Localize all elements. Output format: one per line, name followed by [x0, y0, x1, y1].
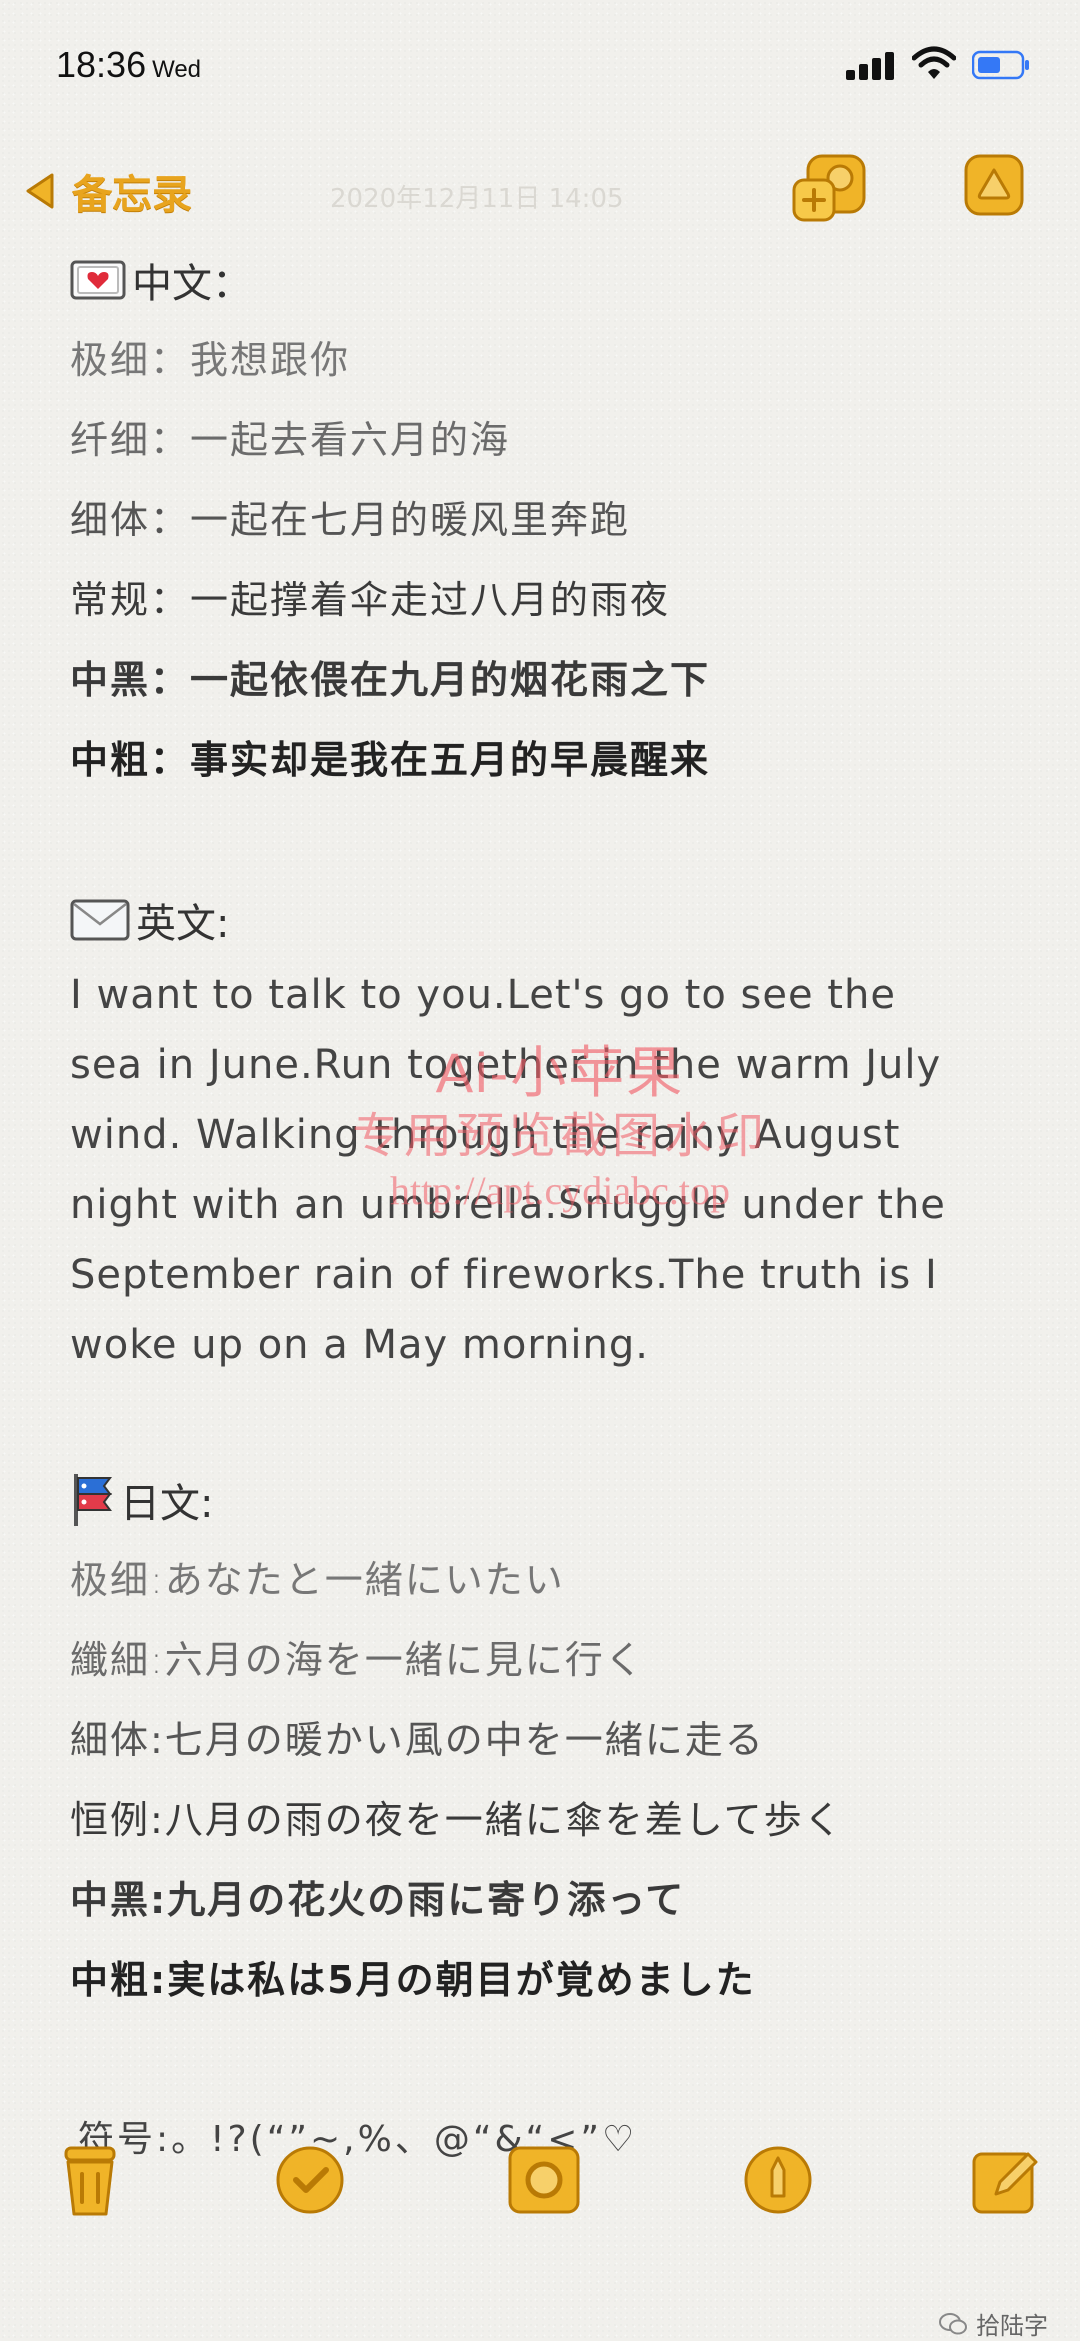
camera-icon[interactable] — [504, 2140, 584, 2220]
english-line: night with an umbrella.Snuggle under the — [70, 1182, 946, 1228]
english-line: September rain of fireworks.The truth is… — [70, 1252, 938, 1298]
status-day: Wed — [152, 56, 202, 83]
markup-pen-icon[interactable] — [738, 2140, 818, 2220]
chinese-line-regular: 常规：一起撑着伞走过八月的雨夜 — [70, 578, 671, 622]
status-bar: 18:36 Wed — [0, 0, 1080, 120]
note-body[interactable]: 中文： 极细：我想跟你 纤细：一起去看六月的海 细体：一起在七月的暖风里奔跑 常… — [70, 240, 1030, 2180]
back-label: 备忘录 — [72, 172, 192, 218]
japanese-heading-label: 日文: — [120, 1481, 214, 1527]
english-heading: 英文: — [70, 880, 1030, 960]
english-line: woke up on a May morning. — [70, 1322, 649, 1368]
nav-bar: 备忘录 2020年12月11日 14:05 — [0, 150, 1080, 230]
japanese-line-medium: 中黑:九月の花火の雨に寄り添って — [70, 1878, 686, 1922]
japanese-line-light: 細体:七月の暖かい風の中を一緒に走る — [70, 1718, 765, 1762]
wechat-icon — [939, 2312, 967, 2334]
trash-icon[interactable] — [50, 2140, 130, 2220]
chinese-heading: 中文： — [70, 240, 1030, 320]
japanese-line-extralight: 极细:あなたと一緒にいたい — [70, 1558, 565, 1602]
envelope-icon — [70, 899, 130, 941]
share-icon[interactable] — [962, 150, 1026, 220]
english-heading-label: 英文: — [136, 901, 230, 947]
checklist-icon[interactable] — [270, 2140, 350, 2220]
chinese-line-extralight: 极细：我想跟你 — [70, 338, 351, 382]
chinese-heading-label: 中文： — [132, 261, 252, 307]
credit-label: 拾陆字 — [976, 2312, 1048, 2340]
japanese-line-thin: 纖細:六月の海を一緒に見に行く — [70, 1638, 645, 1682]
chinese-line-medium: 中黑：一起依偎在九月的烟花雨之下 — [70, 658, 711, 702]
love-letter-icon — [70, 260, 126, 300]
carp-streamer-icon — [74, 1474, 112, 1526]
cellular-signal-icon — [846, 50, 898, 80]
english-paragraph: I want to talk to you.Let's go to see th… — [70, 960, 1030, 1380]
wifi-icon — [912, 46, 956, 79]
back-button[interactable]: 备忘录 — [20, 162, 192, 220]
bottom-toolbar — [0, 2130, 1080, 2230]
compose-icon[interactable] — [966, 2140, 1046, 2220]
chevron-left-icon — [26, 173, 54, 209]
japanese-line-semibold: 中粗:実は私は5月の朝目が覚めました — [70, 1958, 756, 2002]
chinese-line-light: 细体：一起在七月的暖风里奔跑 — [70, 498, 631, 542]
english-line: I want to talk to you.Let's go to see th… — [70, 972, 896, 1018]
chinese-line-semibold: 中粗：事实却是我在五月的早晨醒来 — [70, 738, 711, 782]
wechat-credit: 拾陆字 — [938, 2306, 1048, 2341]
english-line: sea in June.Run together in the warm Jul… — [70, 1042, 942, 1088]
note-date: 2020年12月11日 14:05 — [330, 184, 624, 214]
chinese-line-thin: 纤细：一起去看六月的海 — [70, 418, 511, 462]
japanese-heading: 日文: — [70, 1460, 1030, 1540]
battery-icon — [972, 50, 1029, 80]
status-time: 18:36 Wed — [56, 44, 202, 85]
english-line: wind. Walking through the rainy August — [70, 1112, 901, 1158]
japanese-line-regular: 恒例:八月の雨の夜を一緒に傘を差して歩く — [70, 1798, 844, 1842]
add-people-icon[interactable] — [790, 150, 870, 226]
